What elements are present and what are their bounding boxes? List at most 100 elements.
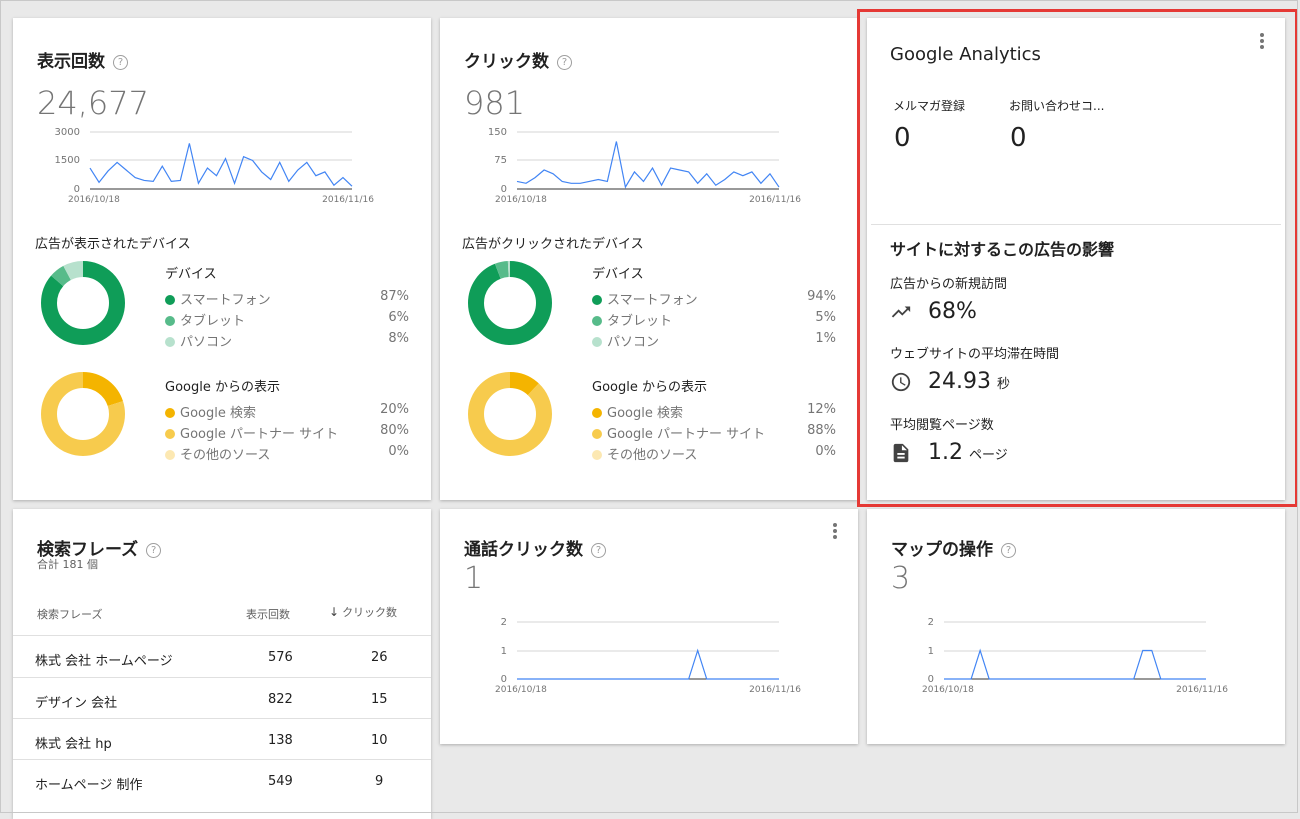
y-tick-label: 1500 — [55, 155, 80, 166]
help-icon[interactable]: ? — [591, 543, 606, 558]
card-title: Google Analytics — [890, 44, 1041, 65]
legend-item-partner-sites: Google パートナー サイト — [165, 423, 338, 442]
clicks-line-chart: 150 75 0 2016/10/18 2016/11/16 — [440, 122, 858, 222]
legend-dot — [592, 337, 602, 347]
new-visits-value: 68% — [928, 299, 977, 324]
pages-unit: ページ — [969, 448, 1008, 463]
help-icon[interactable]: ? — [1001, 543, 1016, 558]
impressions-cell: 822 — [268, 692, 293, 707]
legend-item-other-sources: その他のソース — [165, 444, 270, 463]
trending-up-icon — [890, 301, 912, 323]
sort-down-icon: ↓ — [329, 605, 339, 619]
help-icon[interactable]: ? — [113, 55, 128, 70]
legend-item-other-sources: その他のソース — [592, 444, 697, 463]
donut-slice — [476, 269, 544, 337]
devices-donut — [38, 258, 128, 348]
table-row[interactable]: ホームページ 制作 549 9 — [13, 759, 431, 801]
y-tick-label: 0 — [928, 674, 934, 685]
legend-dot — [592, 450, 602, 460]
legend-dot — [592, 316, 602, 326]
calls-value: 1 — [464, 561, 483, 596]
legend-pct: 94% — [786, 289, 836, 304]
donut-slice — [476, 380, 544, 448]
help-icon[interactable]: ? — [146, 543, 161, 558]
card-title: クリック数? — [464, 47, 572, 72]
y-tick-label: 3000 — [55, 127, 80, 138]
pages-label: 平均閲覧ページ数 — [890, 414, 994, 433]
more-options-icon[interactable] — [1260, 33, 1264, 51]
new-visits-label: 広告からの新規訪問 — [890, 273, 1007, 292]
legend-item-google-search: Google 検索 — [165, 402, 256, 421]
series-line — [517, 651, 779, 680]
sources-donut — [465, 369, 555, 459]
legend-item-pc: パソコン — [165, 331, 232, 350]
y-tick-label: 0 — [74, 184, 80, 195]
legend-pct: 1% — [786, 331, 836, 346]
avg-time-label: ウェブサイトの平均滞在時間 — [890, 343, 1059, 362]
legend-dot — [165, 429, 175, 439]
y-tick-label: 150 — [488, 127, 507, 138]
x-start-label: 2016/10/18 — [68, 195, 120, 205]
col-header-phrase[interactable]: 検索フレーズ — [37, 606, 102, 622]
card-title: マップの操作? — [891, 535, 1016, 560]
divider — [871, 224, 1281, 225]
legend-item-smartphone: スマートフォン — [592, 289, 698, 308]
x-end-label: 2016/11/16 — [749, 685, 801, 695]
avg-time-value: 24.93 — [928, 369, 991, 394]
series-line — [944, 651, 1206, 680]
more-options-icon[interactable] — [833, 523, 837, 541]
calls-card: 通話クリック数? 1 2 1 0 2016/10/18 2016/11/16 — [440, 509, 858, 744]
impressions-value: 24,677 — [37, 84, 149, 122]
devices-heading: 広告が表示されたデバイス — [35, 233, 191, 252]
document-icon — [890, 442, 912, 464]
legend-dot — [592, 408, 602, 418]
phrase-cell: ホームページ 制作 — [35, 774, 142, 793]
goal-value: 0 — [894, 123, 911, 153]
y-tick-label: 2 — [928, 617, 934, 628]
devices-legend-title: デバイス — [592, 263, 644, 282]
impressions-line-chart: 3000 1500 0 2016/10/18 2016/11/16 — [13, 122, 431, 222]
legend-pct: 5% — [786, 310, 836, 325]
legend-item-tablet: タブレット — [592, 310, 672, 329]
help-icon[interactable]: ? — [557, 55, 572, 70]
series-line — [517, 142, 779, 188]
legend-pct: 8% — [359, 331, 409, 346]
legend-pct: 20% — [359, 402, 409, 417]
legend-dot — [592, 429, 602, 439]
table-row[interactable]: 株式 会社 hp 138 10 — [13, 718, 431, 760]
impressions-cell: 576 — [268, 650, 293, 665]
legend-pct: 88% — [786, 423, 836, 438]
devices-legend-title: デバイス — [165, 263, 217, 282]
pages-metric: 1.2ページ — [928, 440, 1008, 465]
impressions-cell: 549 — [268, 774, 293, 789]
legend-item-smartphone: スマートフォン — [165, 289, 271, 308]
table-row[interactable]: 株式 会社 ホームページ 576 26 — [13, 635, 431, 677]
phrase-cell: 株式 会社 hp — [35, 733, 112, 752]
clicks-cell: 15 — [371, 692, 388, 707]
card-title: 通話クリック数? — [464, 535, 606, 560]
impressions-card: 表示回数? 24,677 3000 1500 0 2016/10/18 2016… — [13, 18, 431, 500]
col-header-impressions[interactable]: 表示回数 — [246, 606, 290, 622]
series-line — [90, 143, 352, 186]
maps-value: 3 — [891, 561, 910, 596]
table-row[interactable]: デザイン 会社 822 15 — [13, 677, 431, 719]
sources-legend-title: Google からの表示 — [165, 376, 280, 395]
y-tick-label: 2 — [501, 617, 507, 628]
legend-pct: 12% — [786, 402, 836, 417]
clicks-cell: 9 — [375, 774, 383, 789]
clicks-card: クリック数? 981 150 75 0 2016/10/18 2016/11/1… — [440, 18, 858, 500]
col-header-clicks[interactable]: ↓クリック数 — [329, 604, 397, 620]
impressions-cell: 138 — [268, 733, 293, 748]
legend-dot — [592, 295, 602, 305]
goal-label: お問い合わせコ... — [1009, 97, 1104, 114]
x-start-label: 2016/10/18 — [495, 195, 547, 205]
clicks-cell: 10 — [371, 733, 388, 748]
devices-donut — [465, 258, 555, 348]
maps-line-chart: 2 1 0 2016/10/18 2016/11/16 — [867, 611, 1285, 711]
legend-pct: 0% — [359, 444, 409, 459]
avg-time-unit: 秒 — [997, 377, 1010, 392]
keywords-card: 検索フレーズ? 合計 181 個 検索フレーズ 表示回数 ↓クリック数 株式 会… — [13, 509, 431, 819]
x-end-label: 2016/11/16 — [749, 195, 801, 205]
legend-pct: 80% — [359, 423, 409, 438]
sources-donut — [38, 369, 128, 459]
